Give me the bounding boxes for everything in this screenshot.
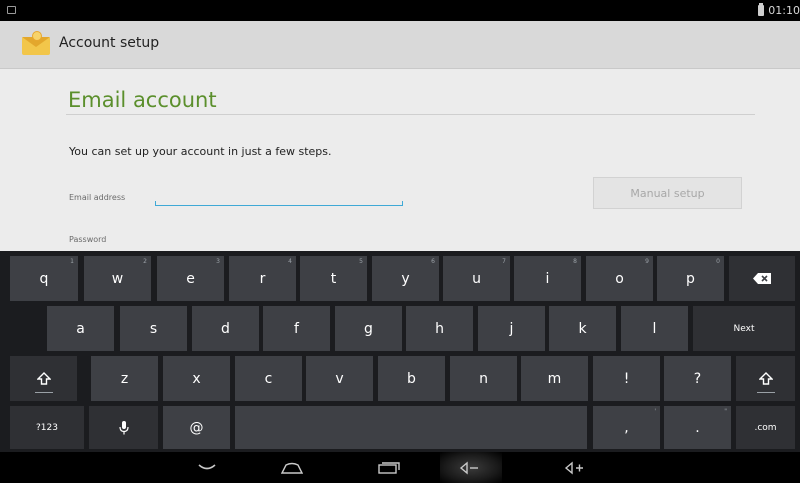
key-b[interactable]: b	[378, 356, 445, 401]
email-field-edge-left	[155, 201, 156, 206]
volume-up-icon[interactable]	[562, 458, 592, 478]
intro-text: You can set up your account in just a fe…	[69, 145, 332, 158]
manual-setup-button[interactable]: Manual setup	[593, 177, 742, 209]
key-t[interactable]: t5	[300, 256, 367, 301]
key-question[interactable]: ?	[664, 356, 731, 401]
action-bar: Account setup	[0, 21, 800, 69]
key-w[interactable]: w2	[84, 256, 151, 301]
chevron-down-icon[interactable]	[193, 458, 221, 478]
key-r[interactable]: r4	[229, 256, 296, 301]
key-i[interactable]: i8	[514, 256, 581, 301]
key-m[interactable]: m	[521, 356, 588, 401]
key-g[interactable]: g	[335, 306, 402, 351]
key-comma[interactable]: , '	[593, 406, 660, 449]
volume-down-icon[interactable]	[457, 458, 487, 478]
next-key[interactable]: Next	[693, 306, 795, 351]
battery-icon	[758, 3, 765, 16]
recents-icon[interactable]	[375, 458, 403, 478]
status-bar: 01:10	[0, 0, 800, 21]
key-u[interactable]: u7	[443, 256, 510, 301]
shift-key-left[interactable]	[10, 356, 77, 401]
action-bar-title: Account setup	[59, 35, 160, 51]
backspace-key[interactable]	[729, 256, 795, 301]
key-at[interactable]: @	[163, 406, 230, 449]
space-bar[interactable]	[235, 406, 587, 449]
key-v[interactable]: v	[306, 356, 373, 401]
key-q[interactable]: q1	[10, 256, 78, 301]
dot-com-key[interactable]: .com	[736, 406, 795, 449]
microphone-icon	[118, 420, 129, 434]
shift-key-right[interactable]	[736, 356, 795, 401]
key-a[interactable]: a	[47, 306, 114, 351]
soft-keyboard: q1 w2 e3 r4 t5 y6 u7 i8 o9 p0 a s d f g …	[0, 251, 800, 452]
email-field[interactable]	[155, 187, 403, 206]
page-title: Email account	[68, 88, 217, 112]
key-k[interactable]: k	[549, 306, 616, 351]
key-d[interactable]: d	[192, 306, 259, 351]
key-p[interactable]: p0	[657, 256, 724, 301]
key-c[interactable]: c	[235, 356, 302, 401]
shift-icon	[36, 372, 51, 385]
key-l[interactable]: l	[621, 306, 688, 351]
key-s[interactable]: s	[120, 306, 187, 351]
key-o[interactable]: o9	[586, 256, 653, 301]
navigation-bar	[0, 452, 800, 483]
title-divider	[66, 114, 755, 115]
password-label: Password	[69, 235, 107, 244]
screenshot-icon	[7, 6, 16, 14]
backspace-icon	[753, 273, 771, 284]
key-n[interactable]: n	[450, 356, 517, 401]
key-period[interactable]: . "	[664, 406, 731, 449]
email-address-label: Email address	[69, 193, 126, 202]
email-field-edge-right	[402, 201, 403, 206]
key-z[interactable]: z	[91, 356, 158, 401]
key-exclamation[interactable]: !	[593, 356, 660, 401]
key-f[interactable]: f	[263, 306, 330, 351]
key-j[interactable]: j	[478, 306, 545, 351]
shift-icon	[758, 372, 773, 385]
key-x[interactable]: x	[163, 356, 230, 401]
key-h[interactable]: h	[406, 306, 473, 351]
home-icon[interactable]	[278, 458, 306, 478]
microphone-key[interactable]	[89, 406, 158, 449]
status-time: 01:10	[768, 4, 800, 17]
key-e[interactable]: e3	[157, 256, 224, 301]
key-y[interactable]: y6	[372, 256, 439, 301]
symbols-key[interactable]: ?123	[10, 406, 84, 449]
status-right: 01:10	[758, 2, 800, 19]
email-envelope-icon[interactable]	[22, 31, 50, 57]
account-setup-form: Email account You can set up your accoun…	[0, 69, 800, 251]
